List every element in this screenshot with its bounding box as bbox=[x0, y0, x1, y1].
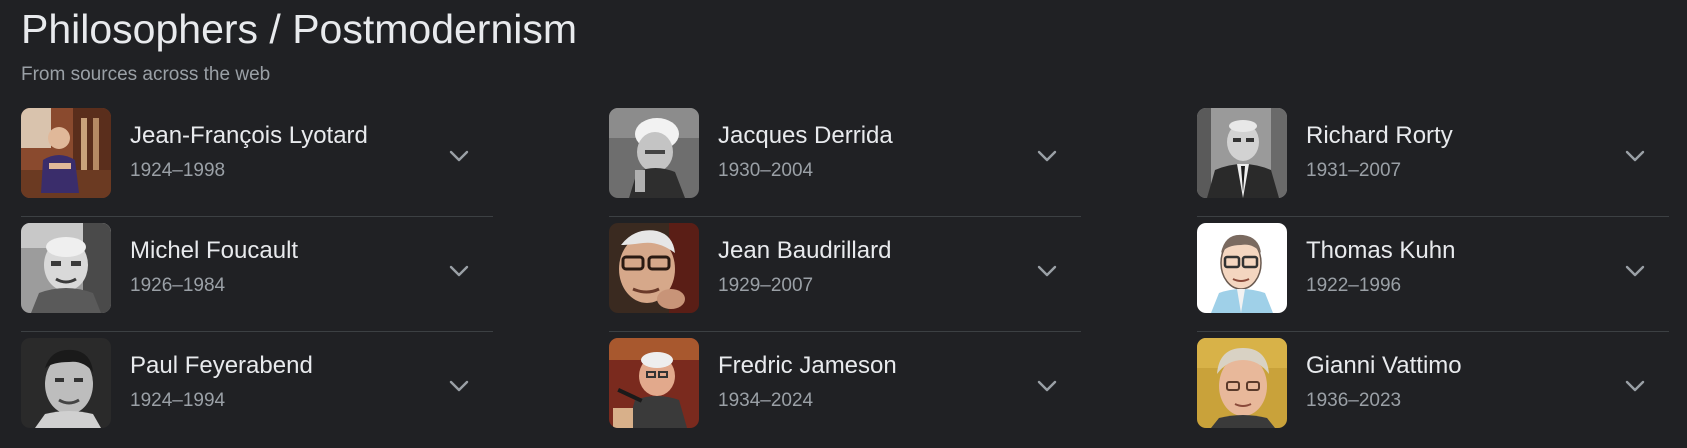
philosopher-name[interactable]: Thomas Kuhn bbox=[1306, 237, 1455, 265]
chevron-down-icon[interactable] bbox=[1033, 372, 1061, 400]
list-item-vattimo[interactable]: Gianni Vattimo 1936–2023 bbox=[1197, 338, 1669, 448]
lyotard-portrait[interactable] bbox=[21, 108, 111, 198]
jameson-portrait[interactable] bbox=[609, 338, 699, 428]
philosopher-name[interactable]: Jacques Derrida bbox=[718, 122, 893, 150]
philosopher-years: 1930–2004 bbox=[718, 160, 814, 181]
philosopher-years: 1929–2007 bbox=[718, 275, 814, 296]
foucault-portrait[interactable] bbox=[21, 223, 111, 313]
philosopher-name[interactable]: Fredric Jameson bbox=[718, 352, 897, 380]
chevron-down-icon[interactable] bbox=[445, 372, 473, 400]
list-item-foucault[interactable]: Michel Foucault 1926–1984 bbox=[21, 223, 493, 338]
derrida-portrait[interactable] bbox=[609, 108, 699, 198]
page-subtitle: From sources across the web bbox=[21, 64, 271, 85]
philosopher-years: 1924–1998 bbox=[130, 160, 226, 181]
chevron-down-icon[interactable] bbox=[1621, 257, 1649, 285]
chevron-down-icon[interactable] bbox=[1621, 372, 1649, 400]
list-item-baudrillard[interactable]: Jean Baudrillard 1929–2007 bbox=[609, 223, 1081, 338]
page-title: Philosophers / Postmodernism bbox=[21, 6, 578, 52]
philosopher-name[interactable]: Gianni Vattimo bbox=[1306, 352, 1462, 380]
vattimo-portrait[interactable] bbox=[1197, 338, 1287, 428]
chevron-down-icon[interactable] bbox=[1033, 257, 1061, 285]
chevron-down-icon[interactable] bbox=[1033, 142, 1061, 170]
feyerabend-portrait[interactable] bbox=[21, 338, 111, 428]
chevron-down-icon[interactable] bbox=[445, 142, 473, 170]
kuhn-portrait[interactable] bbox=[1197, 223, 1287, 313]
list-item-derrida[interactable]: Jacques Derrida 1930–2004 bbox=[609, 108, 1081, 223]
column-1: Jean-François Lyotard 1924–1998 Michel F… bbox=[21, 108, 493, 448]
philosopher-name[interactable]: Michel Foucault bbox=[130, 237, 298, 265]
chevron-down-icon[interactable] bbox=[1621, 142, 1649, 170]
list-item-lyotard[interactable]: Jean-François Lyotard 1924–1998 bbox=[21, 108, 493, 223]
list-item-feyerabend[interactable]: Paul Feyerabend 1924–1994 bbox=[21, 338, 493, 448]
philosopher-years: 1924–1994 bbox=[130, 390, 226, 411]
list-item-rorty[interactable]: Richard Rorty 1931–2007 bbox=[1197, 108, 1669, 223]
philosopher-name[interactable]: Richard Rorty bbox=[1306, 122, 1453, 150]
philosopher-years: 1926–1984 bbox=[130, 275, 226, 296]
baudrillard-portrait[interactable] bbox=[609, 223, 699, 313]
philosopher-years: 1931–2007 bbox=[1306, 160, 1402, 181]
header: Philosophers / Postmodernism From source… bbox=[21, 0, 577, 86]
list-item-jameson[interactable]: Fredric Jameson 1934–2024 bbox=[609, 338, 1081, 448]
column-2: Jacques Derrida 1930–2004 Jean Baudrilla… bbox=[609, 108, 1081, 448]
column-3: Richard Rorty 1931–2007 Thomas Kuhn 1922… bbox=[1197, 108, 1669, 448]
list-item-kuhn[interactable]: Thomas Kuhn 1922–1996 bbox=[1197, 223, 1669, 338]
philosopher-name[interactable]: Paul Feyerabend bbox=[130, 352, 313, 380]
philosopher-years: 1922–1996 bbox=[1306, 275, 1402, 296]
philosopher-years: 1934–2024 bbox=[718, 390, 814, 411]
chevron-down-icon[interactable] bbox=[445, 257, 473, 285]
rorty-portrait[interactable] bbox=[1197, 108, 1287, 198]
philosopher-grid: Jean-François Lyotard 1924–1998 Michel F… bbox=[21, 108, 1669, 448]
philosopher-name[interactable]: Jean-François Lyotard bbox=[130, 122, 368, 150]
philosopher-years: 1936–2023 bbox=[1306, 390, 1402, 411]
philosopher-name[interactable]: Jean Baudrillard bbox=[718, 237, 891, 265]
